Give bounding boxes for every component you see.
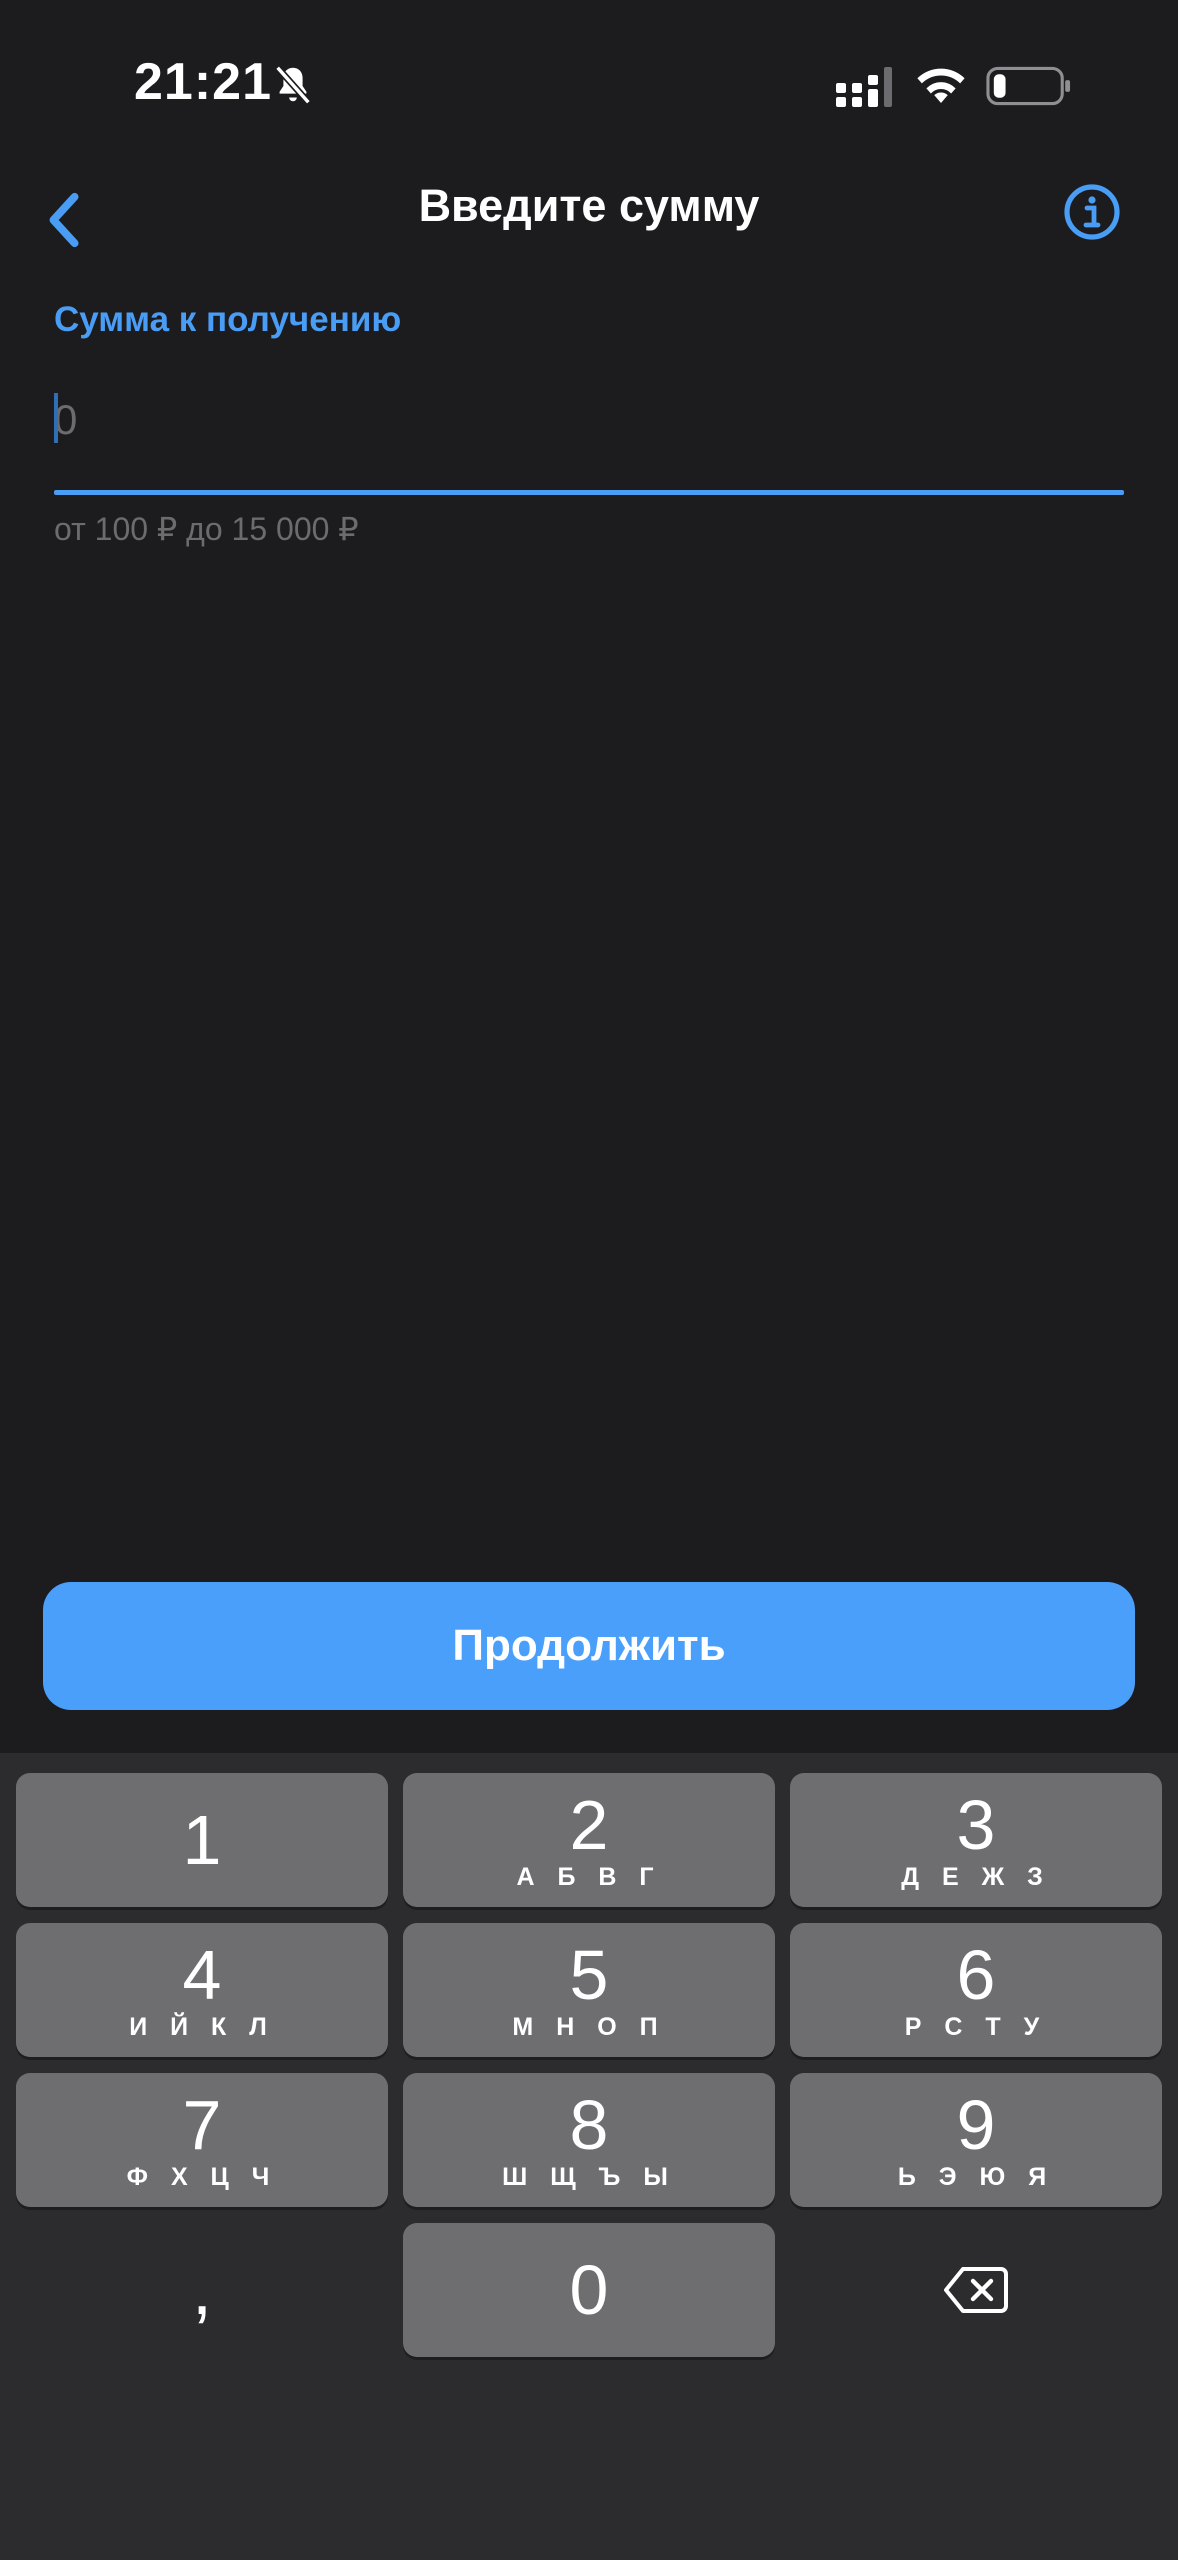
key-digit: 1 [182, 1801, 222, 1879]
key-letters: И Й К Л [129, 2012, 275, 2041]
bell-slash-icon [275, 65, 311, 105]
signal-icon [836, 67, 892, 107]
page-title: Введите сумму [418, 180, 760, 231]
key-digit: 9 [956, 2085, 996, 2164]
key-digit: 3 [956, 1785, 996, 1864]
key-digit: 6 [956, 1935, 996, 2014]
wifi-icon [917, 68, 965, 103]
key-7[interactable]: 7 Ф Х Ц Ч [16, 2073, 388, 2207]
key-6[interactable]: 6 Р С Т У [790, 1923, 1162, 2057]
key-letters: Ь Э Ю Я [897, 2162, 1055, 2191]
key-2[interactable]: 2 А Б В Г [403, 1773, 775, 1907]
amount-input[interactable] [54, 380, 1124, 460]
backspace-icon [944, 2267, 1008, 2313]
status-time: 21:21 [134, 53, 272, 111]
amount-label: Сумма к получению [54, 300, 402, 339]
key-delete[interactable] [790, 2223, 1162, 2357]
key-letters: А Б В Г [516, 1862, 662, 1891]
key-digit: 2 [569, 1785, 609, 1864]
key-comma-label: , [191, 2250, 212, 2330]
key-9[interactable]: 9 Ь Э Ю Я [790, 2073, 1162, 2207]
key-digit: 7 [182, 2085, 222, 2164]
text-cursor [54, 393, 58, 443]
navigation-bar: Введите сумму [0, 170, 1178, 290]
key-digit: 5 [569, 1935, 609, 2014]
key-letters: Р С Т У [904, 2012, 1048, 2041]
status-bar: 21:21 [0, 0, 1178, 170]
key-3[interactable]: 3 Д Е Ж З [790, 1773, 1162, 1907]
key-5[interactable]: 5 М Н О П [403, 1923, 775, 2057]
key-letters: Ш Щ Ъ Ы [502, 2162, 676, 2191]
amount-range-hint: от 100 ₽ до 15 000 ₽ [54, 511, 359, 547]
numeric-keyboard: 1 2 А Б В Г 3 Д Е Ж З 4 И Й К Л 5 М Н О … [0, 1753, 1178, 2560]
key-1[interactable]: 1 [16, 1773, 388, 1907]
key-letters: Д Е Ж З [901, 1862, 1051, 1891]
info-circle-icon[interactable] [1062, 182, 1122, 242]
key-4[interactable]: 4 И Й К Л [16, 1923, 388, 2057]
key-0[interactable]: 0 [403, 2223, 775, 2357]
key-letters: М Н О П [512, 2012, 666, 2041]
amount-input-underline [54, 490, 1124, 495]
key-digit: 8 [569, 2085, 609, 2164]
key-comma[interactable]: , [16, 2223, 388, 2357]
key-letters: Ф Х Ц Ч [126, 2162, 278, 2191]
key-digit: 0 [569, 2251, 609, 2329]
continue-button[interactable]: Продолжить [43, 1582, 1135, 1710]
key-digit: 4 [182, 1935, 222, 2014]
battery-icon [986, 66, 1071, 106]
key-8[interactable]: 8 Ш Щ Ъ Ы [403, 2073, 775, 2207]
